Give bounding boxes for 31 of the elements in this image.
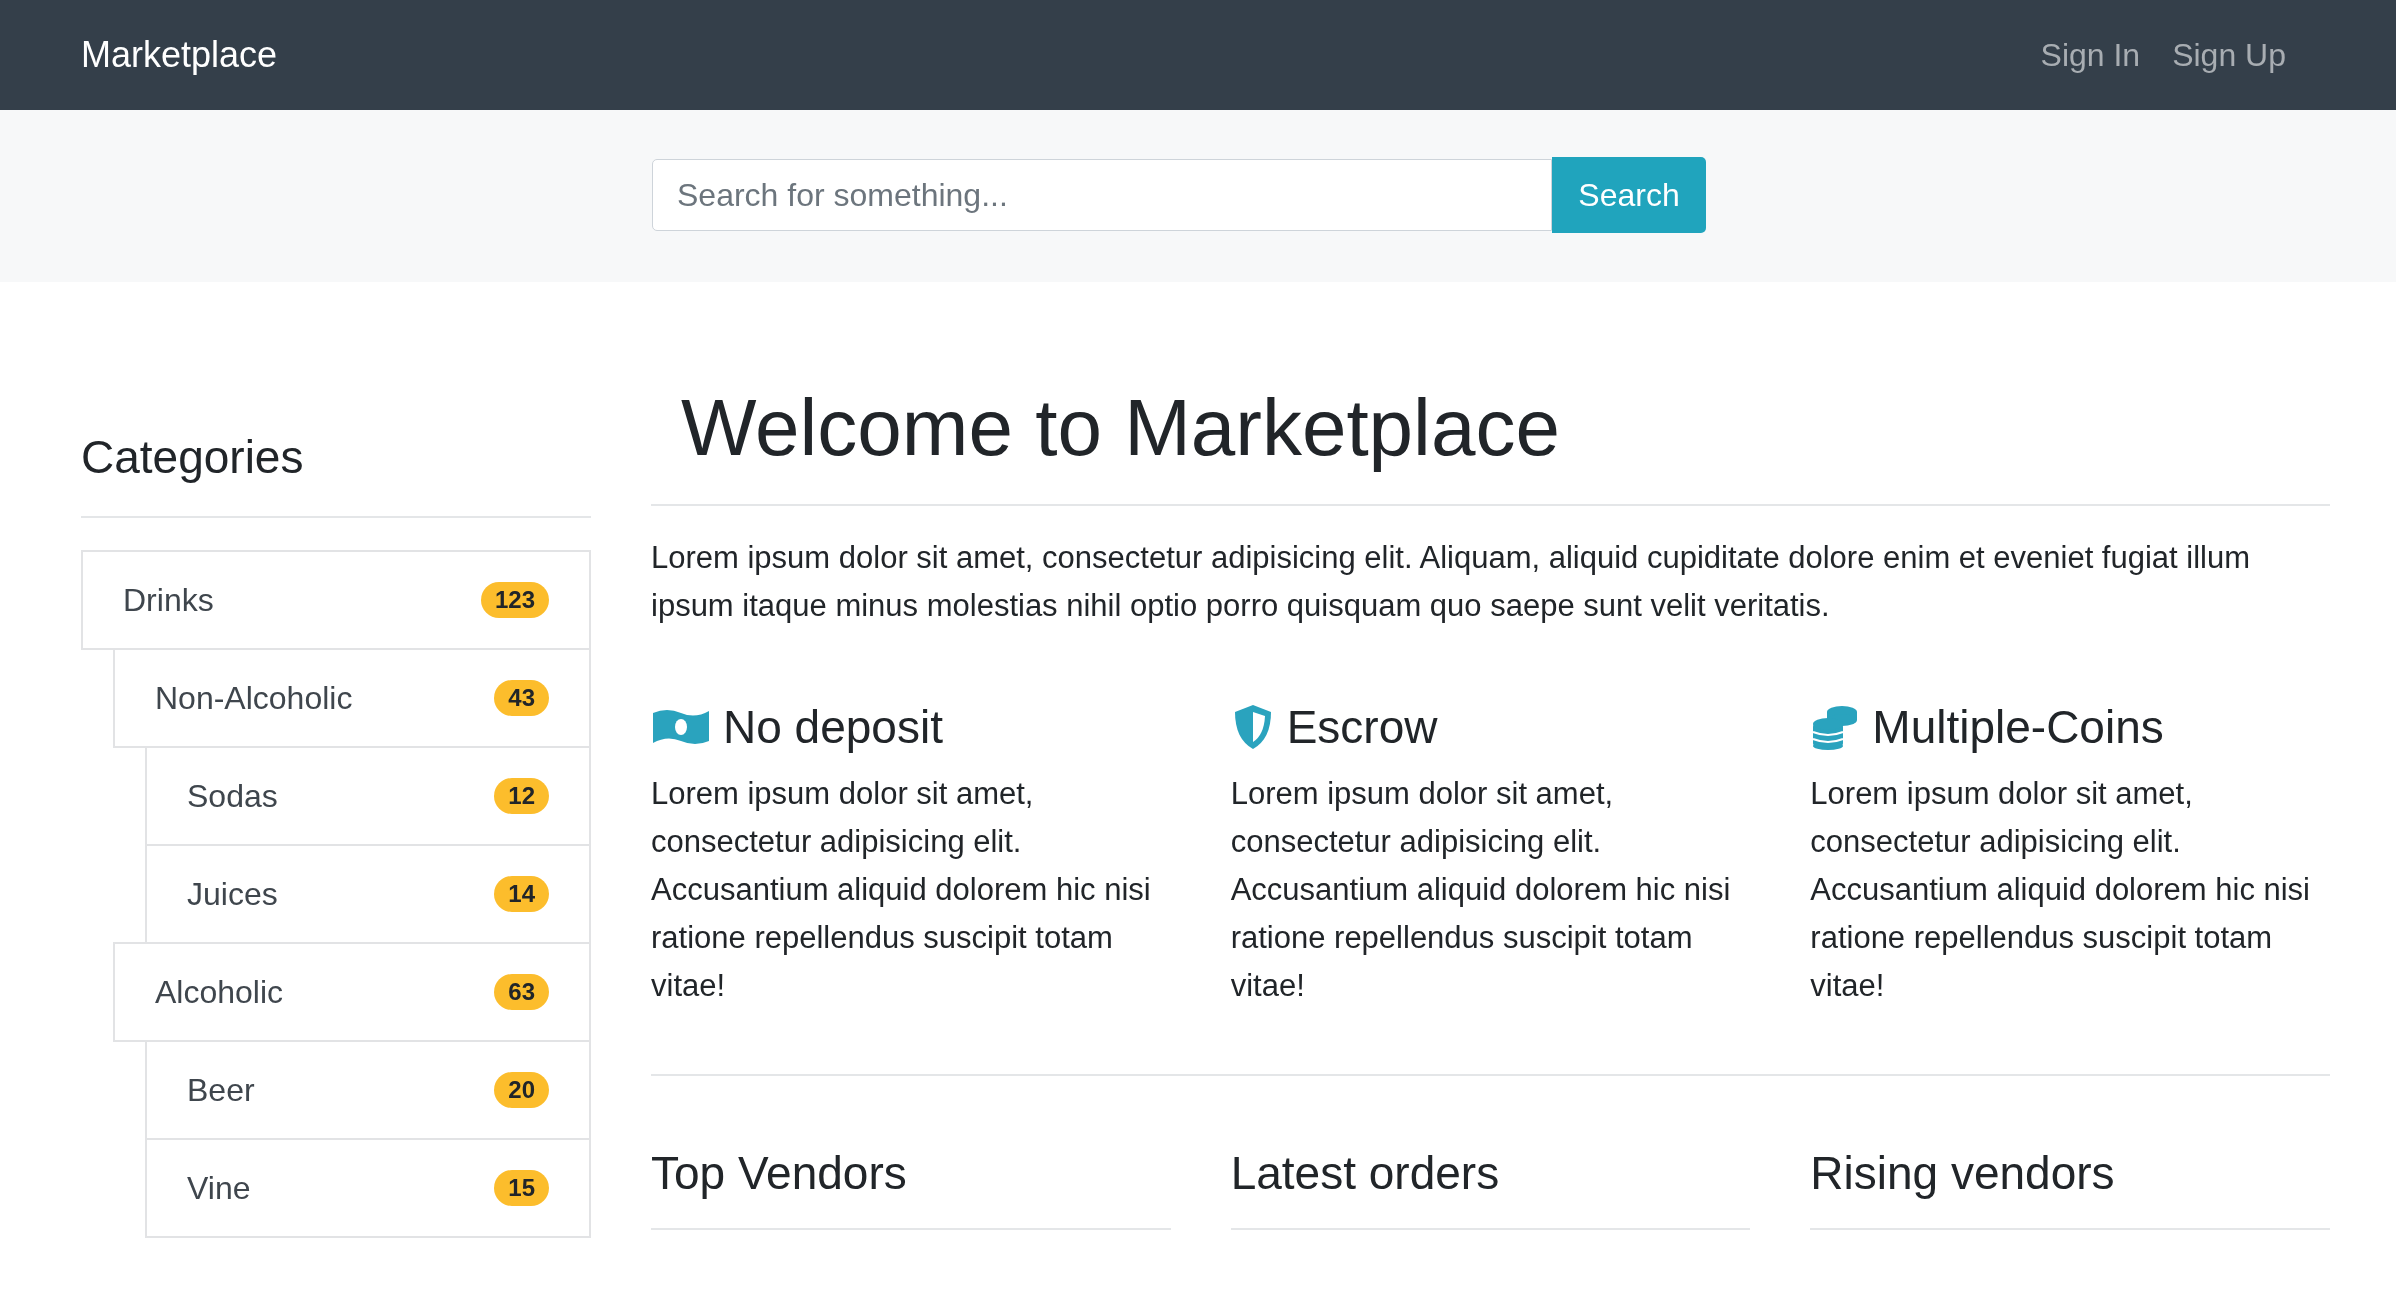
- section-heading: Rising vendors: [1810, 1146, 2330, 1230]
- feature-heading: Escrow: [1286, 700, 1438, 754]
- category-item[interactable]: Beer 20: [145, 1040, 591, 1140]
- sidebar-heading: Categories: [81, 430, 591, 518]
- feature-text: Lorem ipsum dolor sit amet, consectetur adipisicing elit. Accusantium aliquid dolorem hic nisi ratione repellendus suscipit totam vitae!: [1230, 775, 1732, 1005]
- feature-heading: No deposit: [723, 700, 943, 754]
- feature-text: Lorem ipsum dolor sit amet, consectetur adipisicing elit. Accusantium aliquid dolorem hic nisi ratione repellendus suscipit totam vitae!: [651, 775, 1152, 1005]
- count-badge: 43: [494, 680, 549, 716]
- category-item[interactable]: Sodas 12: [145, 746, 591, 846]
- banknote-icon: [651, 707, 711, 747]
- count-badge: 63: [494, 974, 549, 1010]
- category-item[interactable]: Non-Alcoholic 43: [113, 648, 591, 748]
- count-badge: 14: [494, 876, 549, 912]
- nav-link[interactable]: Sign Up: [2172, 36, 2286, 74]
- brand-link[interactable]: Marketplace: [81, 34, 278, 76]
- category-item[interactable]: Drinks 123: [81, 550, 591, 650]
- nav-link[interactable]: Sign In: [2040, 36, 2141, 74]
- section-heading: Latest orders: [1230, 1146, 1751, 1230]
- count-badge: 20: [494, 1072, 549, 1108]
- search-field[interactable]: Search for something...: [652, 159, 1552, 231]
- count-badge: 123: [480, 582, 549, 618]
- category-item[interactable]: Juices 14: [145, 844, 591, 944]
- count-badge: 15: [494, 1170, 549, 1206]
- category-item[interactable]: Alcoholic 63: [113, 942, 591, 1042]
- section-heading: Top Vendors: [651, 1146, 1171, 1230]
- feature-heading: Multiple-Coins: [1872, 700, 2164, 754]
- count-badge: 12: [494, 778, 549, 814]
- feature-text: Lorem ipsum dolor sit amet, consectetur adipisicing elit. Accusantium aliquid dolorem hic nisi ratione repellendus suscipit totam vitae!: [1810, 775, 2311, 1005]
- intro-paragraph: Lorem ipsum dolor sit amet, consectetur adipisicing elit. Aliquam, aliquid cupiditate dolore enim et eveniet fugiat illum ipsum itaque minus molestias nihil optio porro quisquam quo saepe sunt velit veritatis.: [651, 539, 2252, 625]
- page-title: Welcome to Marketplace: [651, 382, 2330, 506]
- category-item[interactable]: Vine 15: [145, 1138, 591, 1238]
